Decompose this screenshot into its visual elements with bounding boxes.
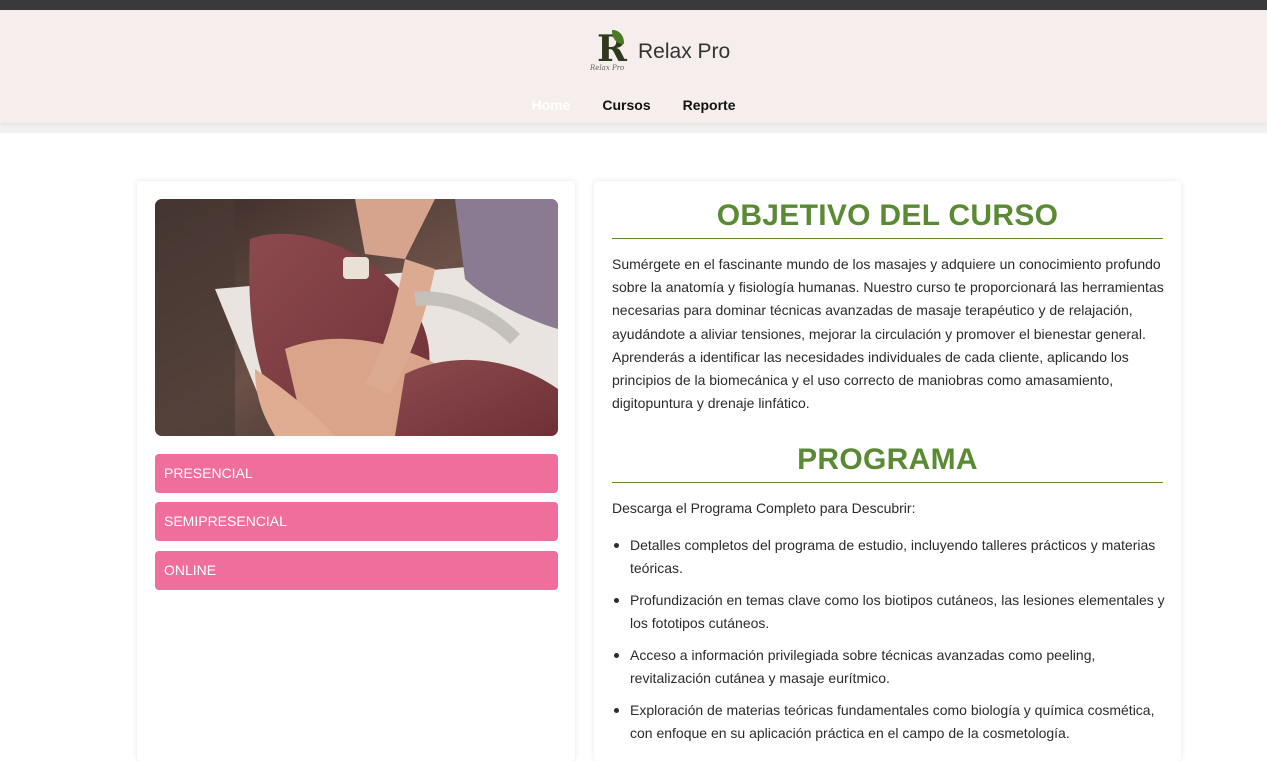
main-nav: Home Cursos Reporte	[0, 97, 1267, 113]
list-item: Exploración de materias teóricas fundame…	[612, 699, 1167, 745]
list-item: Acceso a información privilegiada sobre …	[612, 644, 1167, 690]
massage-photo	[155, 199, 558, 436]
programa-title: PROGRAMA	[797, 443, 978, 476]
programa-divider	[612, 482, 1163, 483]
course-sidebar-card: PRESENCIAL SEMIPRESENCIAL ONLINE	[137, 181, 575, 761]
nav-home[interactable]: Home	[515, 97, 586, 113]
header-shadow-band	[0, 123, 1267, 133]
modality-online-button[interactable]: ONLINE	[155, 551, 558, 590]
brand-name: Relax Pro	[638, 40, 731, 63]
modality-presencial-button[interactable]: PRESENCIAL	[155, 454, 558, 493]
list-item: Detalles completos del programa de estud…	[612, 534, 1167, 580]
modality-semipresencial-button[interactable]: SEMIPRESENCIAL	[155, 502, 558, 541]
relax-pro-logo: R Relax Pro	[590, 28, 627, 72]
programa-list: Detalles completos del programa de estud…	[612, 534, 1167, 754]
brand[interactable]: R Relax Pro Relax Pro	[588, 28, 730, 76]
site-header: R Relax Pro Relax Pro Home Cursos Report…	[0, 10, 1267, 123]
nav-reporte[interactable]: Reporte	[667, 97, 752, 113]
objetivo-divider	[612, 238, 1163, 239]
nav-cursos[interactable]: Cursos	[586, 97, 666, 113]
objetivo-text: Sumérgete en el fascinante mundo de los …	[612, 256, 1164, 412]
objetivo-title: OBJETIVO DEL CURSO	[716, 199, 1059, 232]
list-item: Profundización en temas clave como los b…	[612, 589, 1167, 635]
top-dark-bar	[0, 0, 1267, 10]
programa-intro: Descarga el Programa Completo para Descu…	[612, 500, 916, 516]
course-info-card: OBJETIVO DEL CURSO Sumérgete en el fasci…	[594, 181, 1181, 761]
